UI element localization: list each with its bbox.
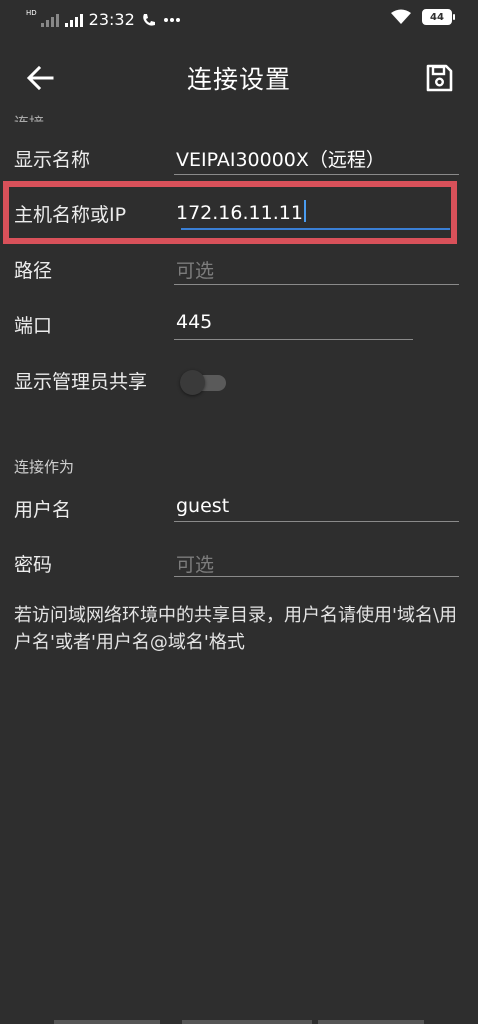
host-value-wrap: 172.16.11.11 [176,200,306,224]
password-label: 密码 [14,554,53,576]
connect-as-header: 连接作为 [14,458,75,476]
host-value: 172.16.11.11 [176,202,303,224]
password-placeholder: 可选 [176,554,215,576]
nav-strip-3 [318,1020,424,1024]
battery-indicator: 44 [422,9,455,25]
port-label: 端口 [14,315,53,337]
display-name-underline [174,174,459,175]
port-input[interactable]: 445 [174,311,413,340]
wifi-icon [391,9,411,24]
path-placeholder: 可选 [176,260,215,282]
display-name-input[interactable]: VEIPAI30000X（远程） [174,145,459,175]
app-bar: 连接设置 [0,38,478,120]
username-value: guest [176,495,230,517]
toggle-knob [180,370,205,395]
display-name-label: 显示名称 [14,149,91,171]
password-underline [174,576,459,577]
port-value: 445 [176,311,213,333]
host-input[interactable]: 172.16.11.11 [174,200,450,230]
path-underline [174,284,459,285]
port-underline [174,339,413,340]
status-bar: HD 23:32 44 [0,0,478,38]
nav-strip-2 [182,1020,312,1024]
username-underline [174,521,459,522]
net-type-1: HD [26,9,37,17]
username-input[interactable]: guest [174,495,459,522]
domain-hint-text: 若访问域网络环境中的共享目录，用户名请使用'域名\用户名'或者'用户名@域名'格… [14,605,458,653]
username-label: 用户名 [14,499,72,521]
save-floppy-icon [426,64,453,92]
save-button[interactable] [419,58,459,98]
status-left: HD 23:32 [26,10,181,29]
host-label: 主机名称或IP [14,204,127,226]
signal-icon-2 [64,13,83,27]
more-dots-icon [163,17,180,22]
path-label: 路径 [14,260,53,282]
display-name-value: VEIPAI30000X（远程） [176,149,385,171]
section-label-cut: 连接 [14,110,44,122]
text-caret [303,200,306,222]
password-input[interactable]: 可选 [174,550,459,577]
status-right: 44 [390,9,455,25]
clock: 23:32 [88,10,135,29]
admin-shares-label: 显示管理员共享 [14,371,148,393]
page-title: 连接设置 [186,65,291,94]
signal-icon-1 [40,13,59,27]
wifi-call-icon [142,13,155,26]
nav-strip-1 [54,1020,160,1024]
host-underline-focused [181,228,450,230]
path-input[interactable]: 可选 [174,256,459,285]
admin-shares-toggle[interactable] [180,369,226,395]
